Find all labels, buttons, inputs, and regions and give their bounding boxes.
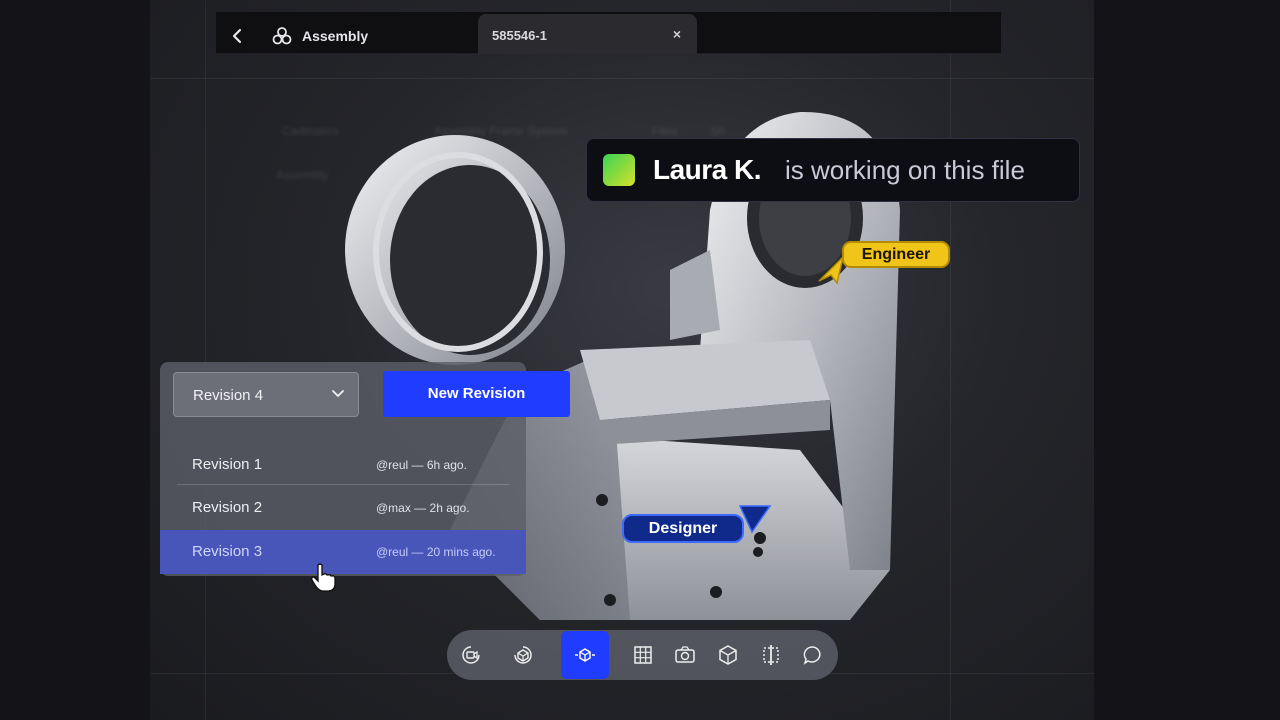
pan-cube-button[interactable]	[561, 631, 609, 679]
section-button[interactable]	[751, 630, 791, 680]
screen: Cadmatics Assembly Frame System Files Sh…	[0, 0, 1280, 720]
grid-icon	[634, 646, 652, 664]
ghost-menu-item: Assembly	[276, 168, 329, 182]
engineer-tag: Engineer	[842, 241, 950, 268]
revision-meta: @reul — 20 mins ago.	[376, 545, 496, 559]
view-toolbar	[447, 630, 838, 680]
grid-line	[205, 0, 206, 720]
rotate-camera-icon	[462, 646, 480, 664]
revision-meta: @max — 2h ago.	[376, 501, 470, 515]
revision-label: Revision 1	[192, 456, 263, 473]
screenshot-button[interactable]	[665, 630, 705, 680]
cube-view-button[interactable]	[708, 630, 748, 680]
revision-item-selected[interactable]: Revision 3 @reul — 20 mins ago.	[160, 530, 526, 574]
assembly-icon	[272, 27, 292, 45]
assembly-breadcrumb[interactable]: Assembly	[272, 25, 368, 47]
divider	[177, 484, 509, 485]
cube-icon	[719, 645, 737, 665]
engineer-cursor-icon	[818, 255, 845, 285]
designer-tag: Designer	[622, 514, 744, 543]
chevron-left-icon	[232, 28, 242, 44]
revision-label: Revision 2	[192, 499, 263, 516]
comment-icon	[803, 646, 821, 665]
revision-select[interactable]: Revision 4	[173, 372, 359, 417]
revision-label: Revision 3	[192, 543, 263, 560]
designer-cursor-icon	[738, 505, 772, 534]
orbit-button[interactable]	[503, 630, 543, 680]
hand-pointer-icon	[311, 563, 336, 592]
tab-title: 585546-1	[492, 28, 547, 43]
rotate-camera-button[interactable]	[451, 630, 491, 680]
revision-select-value: Revision 4	[193, 387, 264, 404]
revision-meta: @reul — 6h ago.	[376, 458, 467, 472]
presence-banner: Laura K. is working on this file	[586, 138, 1080, 202]
user-name: Laura K.	[653, 154, 762, 185]
chevron-down-icon	[332, 390, 344, 397]
presence-message: is working on this file	[785, 154, 1025, 185]
grid-line	[150, 78, 1094, 79]
user-color-swatch	[603, 154, 635, 186]
right-margin	[1094, 0, 1280, 720]
close-icon[interactable]: ×	[673, 26, 681, 42]
orbit-icon	[514, 646, 532, 664]
back-button[interactable]	[228, 26, 248, 46]
pan-cube-icon	[575, 648, 595, 662]
comment-button[interactable]	[793, 630, 833, 680]
revision-item[interactable]: Revision 2 @max — 2h ago.	[160, 486, 526, 530]
grid-line	[950, 0, 951, 720]
new-revision-button[interactable]: New Revision	[383, 371, 570, 417]
section-icon	[763, 645, 779, 665]
file-tab[interactable]: 585546-1 ×	[478, 14, 697, 54]
app-name: Assembly	[302, 28, 369, 44]
revision-item[interactable]: Revision 1 @reul — 6h ago.	[160, 443, 526, 487]
camera-icon	[675, 646, 695, 663]
left-margin	[0, 0, 150, 720]
grid-button[interactable]	[623, 630, 663, 680]
